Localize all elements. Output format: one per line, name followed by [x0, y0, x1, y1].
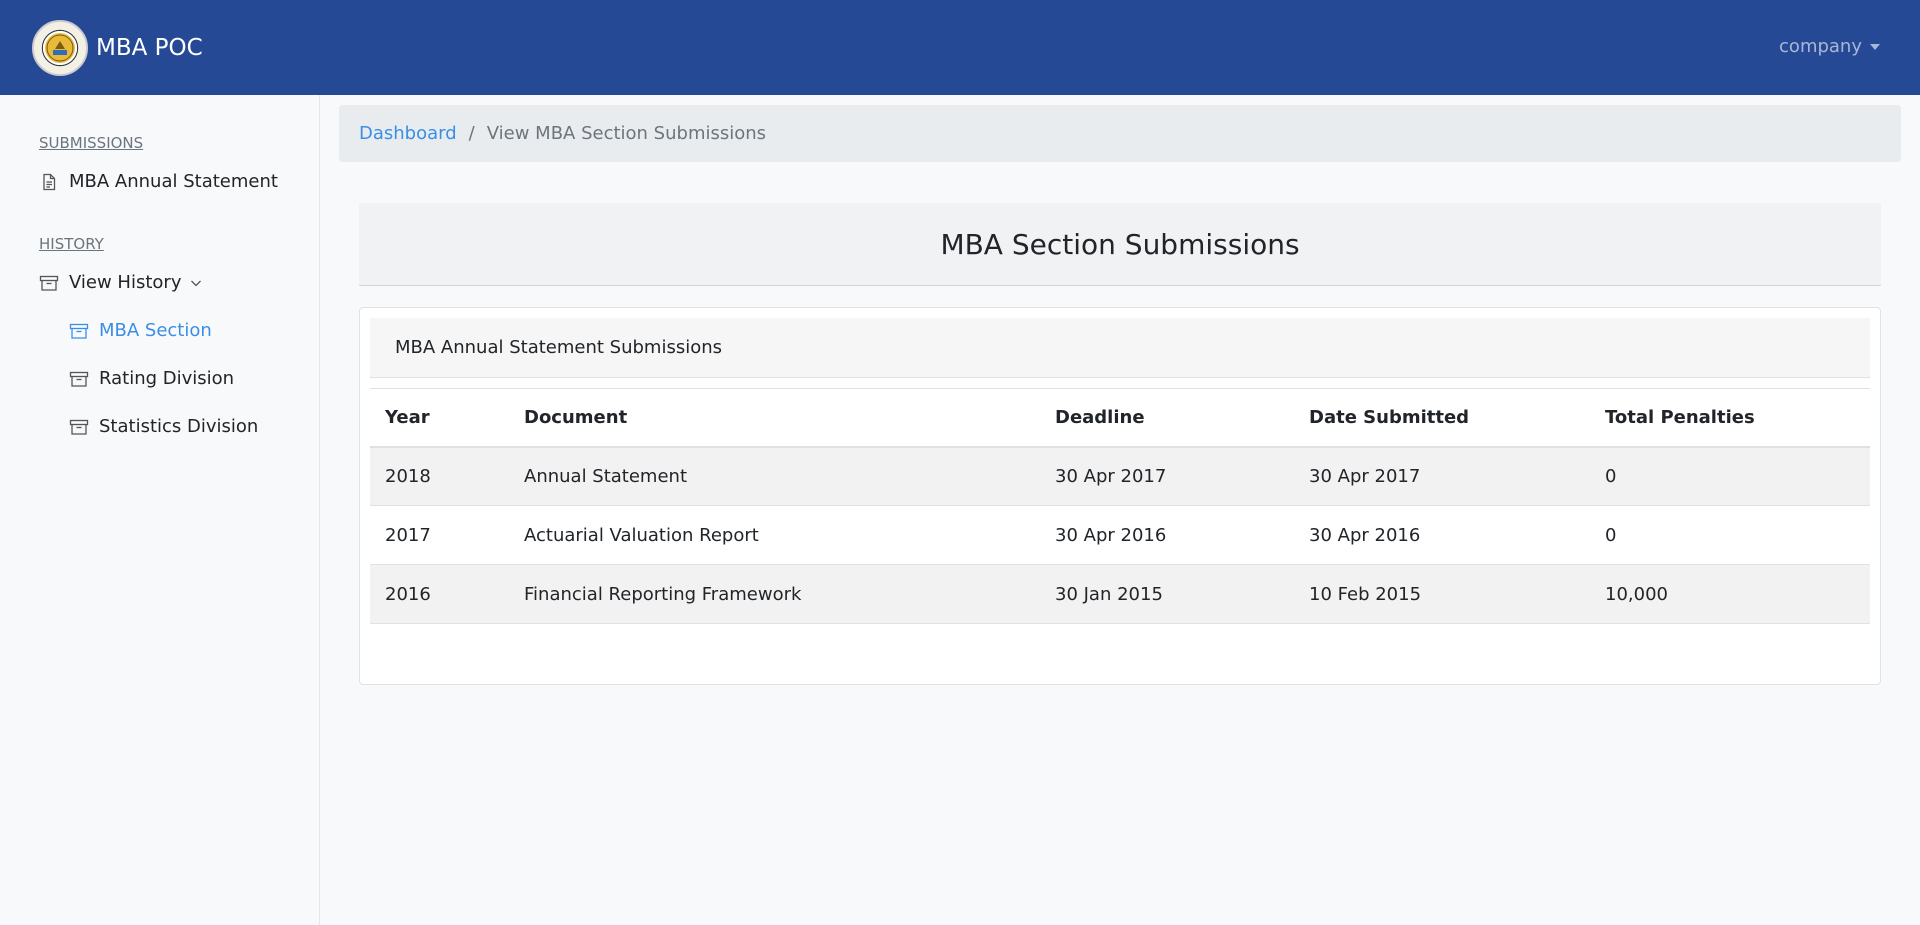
cell-document: Annual Statement [509, 446, 1040, 506]
cell-date-submitted: 10 Feb 2015 [1294, 564, 1590, 624]
breadcrumb-dashboard-link[interactable]: Dashboard [359, 123, 457, 144]
sidebar-item-mba-section[interactable]: MBA Section [69, 320, 212, 341]
table-header-row: Year Document Deadline Date Submitted To… [370, 388, 1870, 448]
sidebar-item-mba-annual-statement[interactable]: MBA Annual Statement [39, 171, 278, 192]
user-menu-label: company [1779, 36, 1862, 57]
cell-date-submitted: 30 Apr 2017 [1294, 446, 1590, 506]
column-header-deadline: Deadline [1040, 388, 1294, 448]
view-history-toggle[interactable]: View History [39, 272, 203, 293]
seal-logo [32, 19, 88, 76]
submissions-card: MBA Annual Statement Submissions Year Do… [359, 307, 1881, 685]
sidebar-item-label: Rating Division [99, 368, 235, 389]
cell-total-penalties: 0 [1590, 505, 1870, 565]
column-header-document: Document [509, 388, 1040, 448]
archive-icon [69, 369, 89, 389]
page-title: MBA Section Submissions [359, 203, 1881, 286]
breadcrumb-separator: / [468, 123, 475, 144]
table-row: 2017 Actuarial Valuation Report 30 Apr 2… [370, 505, 1870, 565]
column-header-date-submitted: Date Submitted [1294, 388, 1590, 448]
brand-title: MBA POC [96, 34, 203, 61]
sidebar-item-rating-division[interactable]: Rating Division [69, 368, 234, 389]
sidebar-item-label: Statistics Division [99, 416, 259, 437]
sidebar: SUBMISSIONS MBA Annual Statement HISTORY… [0, 95, 320, 925]
top-navbar: MBA POC company [0, 0, 1920, 95]
cell-document: Financial Reporting Framework [509, 564, 1040, 624]
cell-year: 2016 [370, 564, 509, 624]
submissions-heading: SUBMISSIONS [39, 134, 144, 152]
submissions-table: Year Document Deadline Date Submitted To… [370, 388, 1870, 624]
card-title: MBA Annual Statement Submissions [370, 318, 1870, 378]
cell-date-submitted: 30 Apr 2016 [1294, 505, 1590, 565]
archive-icon [69, 417, 89, 437]
chevron-down-icon [189, 276, 203, 290]
cell-deadline: 30 Jan 2015 [1040, 564, 1294, 624]
cell-total-penalties: 0 [1590, 446, 1870, 506]
view-history-label: View History [69, 272, 182, 293]
table-row: 2018 Annual Statement 30 Apr 2017 30 Apr… [370, 446, 1870, 506]
cell-total-penalties: 10,000 [1590, 564, 1870, 624]
archive-icon [69, 321, 89, 341]
cell-deadline: 30 Apr 2016 [1040, 505, 1294, 565]
sidebar-item-statistics-division[interactable]: Statistics Division [69, 416, 258, 437]
cell-deadline: 30 Apr 2017 [1040, 446, 1294, 506]
table-row: 2016 Financial Reporting Framework 30 Ja… [370, 564, 1870, 624]
cell-year: 2017 [370, 505, 509, 565]
breadcrumb-current: View MBA Section Submissions [486, 123, 767, 144]
cell-year: 2018 [370, 446, 509, 506]
sidebar-item-label: MBA Section [99, 320, 212, 341]
cell-document: Actuarial Valuation Report [509, 505, 1040, 565]
breadcrumb: Dashboard / View MBA Section Submissions [339, 105, 1901, 162]
user-menu-dropdown[interactable]: company [1779, 36, 1880, 57]
column-header-total-penalties: Total Penalties [1590, 388, 1870, 448]
sidebar-item-label: MBA Annual Statement [69, 171, 278, 192]
history-heading: HISTORY [39, 235, 104, 253]
document-icon [39, 172, 59, 192]
caret-down-icon [1870, 43, 1880, 50]
brand[interactable]: MBA POC [32, 19, 203, 76]
archive-icon [39, 273, 59, 293]
column-header-year: Year [370, 388, 509, 448]
